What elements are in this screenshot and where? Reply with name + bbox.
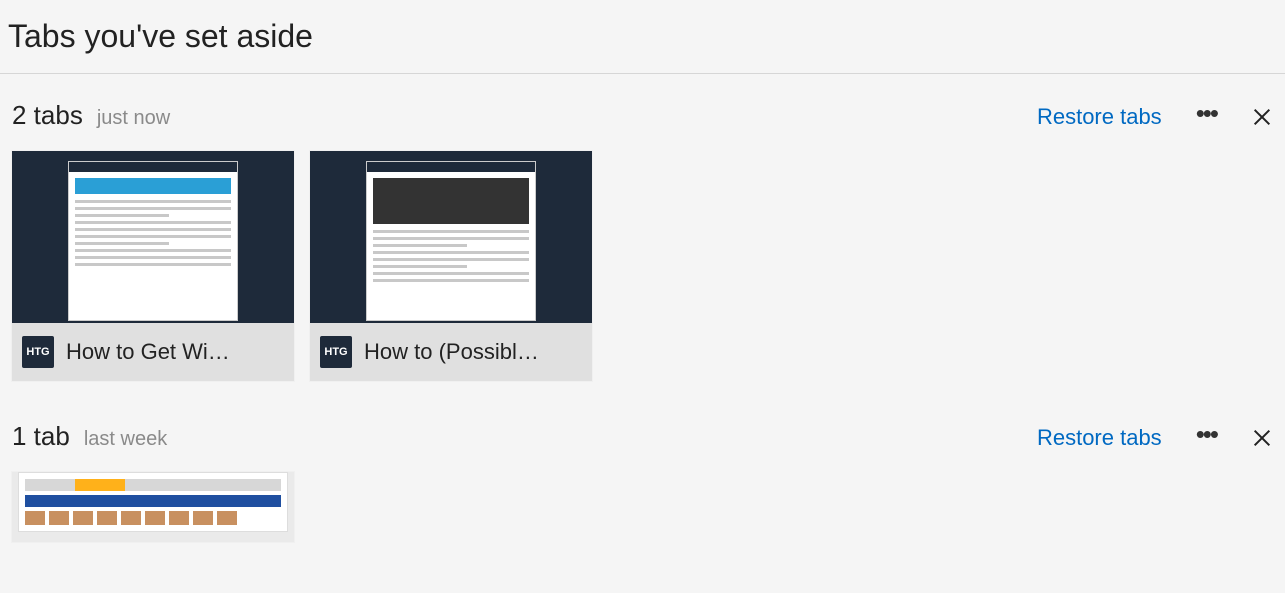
group-actions: Restore tabs •••	[1037, 425, 1273, 451]
favicon: HTG	[320, 336, 352, 368]
restore-tabs-link[interactable]: Restore tabs	[1037, 425, 1162, 451]
group-count: 1 tab	[12, 421, 70, 452]
tab-group: 1 tab last week Restore tabs •••	[0, 381, 1285, 542]
thumbnail-preview	[12, 151, 294, 323]
thumbnail-caption: HTG How to (Possibl…	[310, 323, 592, 381]
thumbnail-title: How to Get Wi…	[66, 339, 230, 365]
tab-thumbnail[interactable]	[12, 472, 294, 542]
more-icon[interactable]: •••	[1196, 421, 1217, 447]
favicon: HTG	[22, 336, 54, 368]
thumbnail-preview	[310, 151, 592, 323]
thumbnail-title: How to (Possibl…	[364, 339, 539, 365]
group-time: last week	[84, 428, 167, 451]
more-icon[interactable]: •••	[1196, 100, 1217, 126]
close-icon[interactable]	[1251, 427, 1273, 449]
tab-group: 2 tabs just now Restore tabs •••	[0, 74, 1285, 381]
page-title: Tabs you've set aside	[0, 0, 1285, 74]
restore-tabs-link[interactable]: Restore tabs	[1037, 104, 1162, 130]
group-actions: Restore tabs •••	[1037, 104, 1273, 130]
tab-thumbnail[interactable]: HTG How to Get Wi…	[12, 151, 294, 381]
group-title: 2 tabs just now	[12, 100, 170, 131]
group-header: 2 tabs just now Restore tabs •••	[12, 100, 1273, 131]
thumbnails-row: HTG How to Get Wi… HTG How to (P	[12, 151, 1273, 381]
thumbnail-preview	[12, 472, 294, 542]
group-count: 2 tabs	[12, 100, 83, 131]
thumbnail-caption: HTG How to Get Wi…	[12, 323, 294, 381]
thumbnails-row	[12, 472, 1273, 542]
group-header: 1 tab last week Restore tabs •••	[12, 421, 1273, 452]
close-icon[interactable]	[1251, 106, 1273, 128]
group-title: 1 tab last week	[12, 421, 167, 452]
group-time: just now	[97, 107, 170, 130]
tab-thumbnail[interactable]: HTG How to (Possibl…	[310, 151, 592, 381]
